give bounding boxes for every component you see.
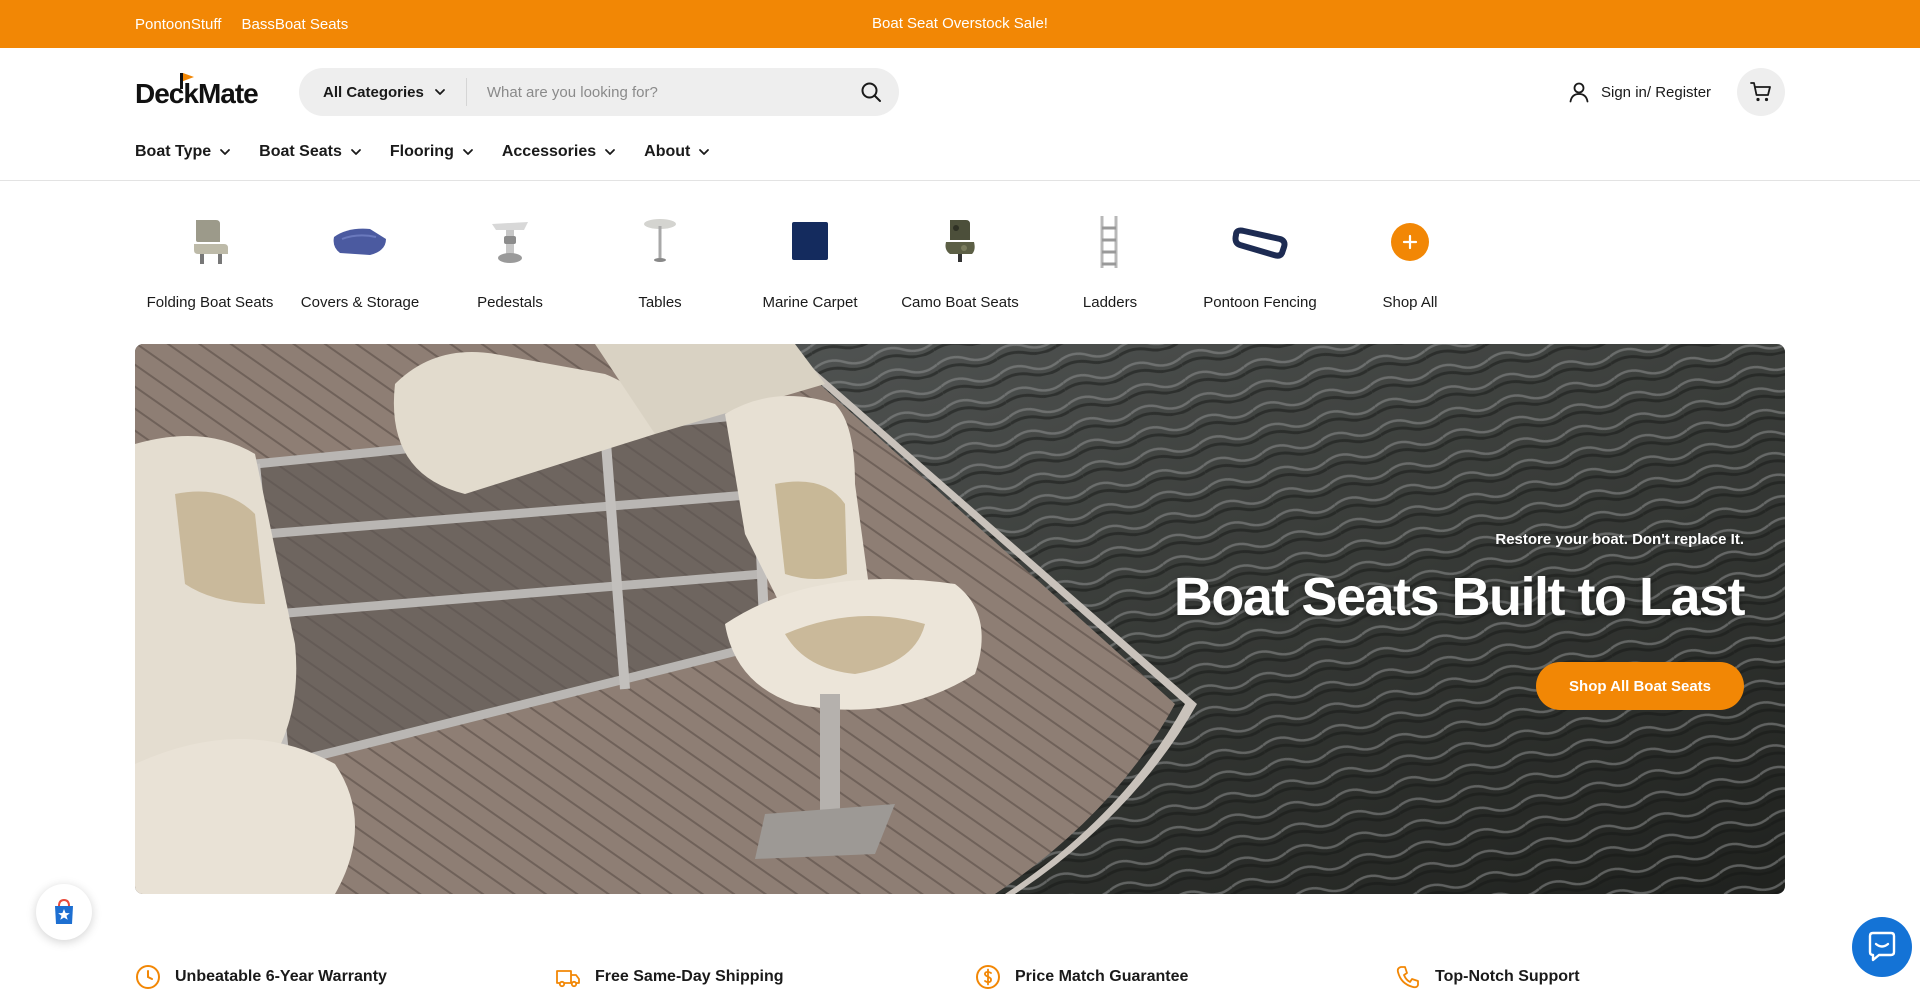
nav-item-label: Flooring <box>389 143 454 160</box>
dollar-icon <box>976 965 1000 989</box>
phone-icon <box>1396 966 1419 989</box>
chat-button[interactable] <box>1852 917 1912 977</box>
topbar-link-bassboat-seats[interactable]: BassBoat Seats <box>241 16 348 33</box>
shop-all-boat-seats-button[interactable]: Shop All Boat Seats <box>1536 662 1744 710</box>
nav-item-label: Accessories <box>501 143 597 160</box>
fence-icon <box>1225 210 1295 274</box>
ladder-icon <box>1075 210 1145 274</box>
category-label: Pontoon Fencing <box>1203 294 1317 311</box>
nav-item-accessories[interactable]: Accessories <box>502 143 616 161</box>
chevron-down-icon <box>462 149 473 155</box>
hero-banner: Restore your boat. Don't replace It. Boa… <box>135 344 1785 894</box>
cart-icon <box>1750 82 1771 102</box>
category-tables[interactable]: Tables <box>585 210 735 311</box>
nav-item-label: Boat Type <box>135 143 212 160</box>
feature-label: Unbeatable 6-Year Warranty <box>175 968 387 985</box>
clock-icon <box>136 965 160 989</box>
search-icon[interactable] <box>859 80 883 104</box>
category-folding-boat-seats[interactable]: Folding Boat Seats <box>135 210 285 311</box>
chevron-down-icon <box>434 89 445 95</box>
category-shop-all[interactable]: Shop All <box>1335 210 1485 311</box>
folding-seat-icon <box>175 210 245 274</box>
hero-subtitle: Restore your boat. Don't replace It. <box>1495 531 1744 548</box>
category-pedestals[interactable]: Pedestals <box>435 210 585 311</box>
category-label: Shop All <box>1382 294 1438 311</box>
main-nav: Boat Type Boat Seats Flooring Accessorie… <box>135 140 710 164</box>
cart-button[interactable] <box>1737 68 1785 116</box>
header-divider <box>0 180 1920 181</box>
category-label: Ladders <box>1082 294 1138 311</box>
chevron-down-icon <box>605 149 616 155</box>
category-covers-storage[interactable]: Covers & Storage <box>285 210 435 311</box>
hero-title: Boat Seats Built to Last <box>1173 567 1746 627</box>
nav-item-label: About <box>644 143 691 160</box>
announcement-bar: PontoonStuff BassBoat Seats Boat Seat Ov… <box>0 0 1920 48</box>
chat-icon <box>1868 931 1896 962</box>
user-icon <box>1569 82 1589 103</box>
category-camo-boat-seats[interactable]: Camo Boat Seats <box>885 210 1035 311</box>
nav-item-label: Boat Seats <box>259 143 342 160</box>
category-label: Covers & Storage <box>300 294 420 311</box>
category-strip: Folding Boat Seats Covers & Storage Pede… <box>135 210 1485 311</box>
feature-label: Free Same-Day Shipping <box>595 968 784 985</box>
category-select[interactable]: All Categories <box>299 78 467 106</box>
topbar-link-pontoonstuff[interactable]: PontoonStuff <box>135 16 221 33</box>
chevron-down-icon <box>220 149 231 155</box>
plus-icon <box>1375 210 1445 274</box>
feature-support: Top-Notch Support <box>1395 964 1580 990</box>
search-bar: All Categories <box>299 68 899 116</box>
search-input[interactable] <box>466 68 859 116</box>
carpet-icon <box>775 210 845 274</box>
category-label: Pedestals <box>477 294 543 311</box>
chevron-down-icon <box>699 149 710 155</box>
logo-flag-icon <box>180 73 183 89</box>
boat-cover-icon <box>325 210 395 274</box>
feature-warranty: Unbeatable 6-Year Warranty <box>135 964 387 990</box>
topbar-links: PontoonStuff BassBoat Seats <box>135 0 348 48</box>
nav-item-about[interactable]: About <box>644 143 710 161</box>
category-label: Marine Carpet <box>762 294 858 311</box>
site-logo[interactable]: DeckMate <box>135 74 259 110</box>
truck-icon <box>556 970 580 988</box>
promo-text[interactable]: Boat Seat Overstock Sale! <box>872 15 1048 32</box>
category-label: Tables <box>638 294 682 311</box>
feature-label: Price Match Guarantee <box>1015 968 1189 985</box>
pedestal-icon <box>475 210 545 274</box>
category-select-label: All Categories <box>323 83 424 101</box>
rewards-button[interactable] <box>36 884 92 940</box>
nav-item-boat-seats[interactable]: Boat Seats <box>259 143 362 161</box>
shopping-bag-star-icon <box>55 898 73 924</box>
camo-seat-icon <box>925 210 995 274</box>
chevron-down-icon <box>350 149 361 155</box>
sign-in-link[interactable]: Sign in/ Register <box>1567 78 1711 106</box>
category-ladders[interactable]: Ladders <box>1035 210 1185 311</box>
category-marine-carpet[interactable]: Marine Carpet <box>735 210 885 311</box>
nav-item-flooring[interactable]: Flooring <box>390 143 474 161</box>
nav-item-boat-type[interactable]: Boat Type <box>135 143 231 161</box>
table-icon <box>625 210 695 274</box>
sign-in-label: Sign in/ Register <box>1601 83 1712 101</box>
logo-text: DeckMate <box>135 78 259 109</box>
feature-shipping: Free Same-Day Shipping <box>555 964 784 990</box>
category-label: Camo Boat Seats <box>901 294 1019 311</box>
feature-label: Top-Notch Support <box>1435 968 1580 985</box>
category-pontoon-fencing[interactable]: Pontoon Fencing <box>1185 210 1335 311</box>
feature-price-match: Price Match Guarantee <box>975 964 1188 990</box>
feature-row: Unbeatable 6-Year Warranty Free Same-Day… <box>135 964 1785 992</box>
category-label: Folding Boat Seats <box>146 294 274 311</box>
